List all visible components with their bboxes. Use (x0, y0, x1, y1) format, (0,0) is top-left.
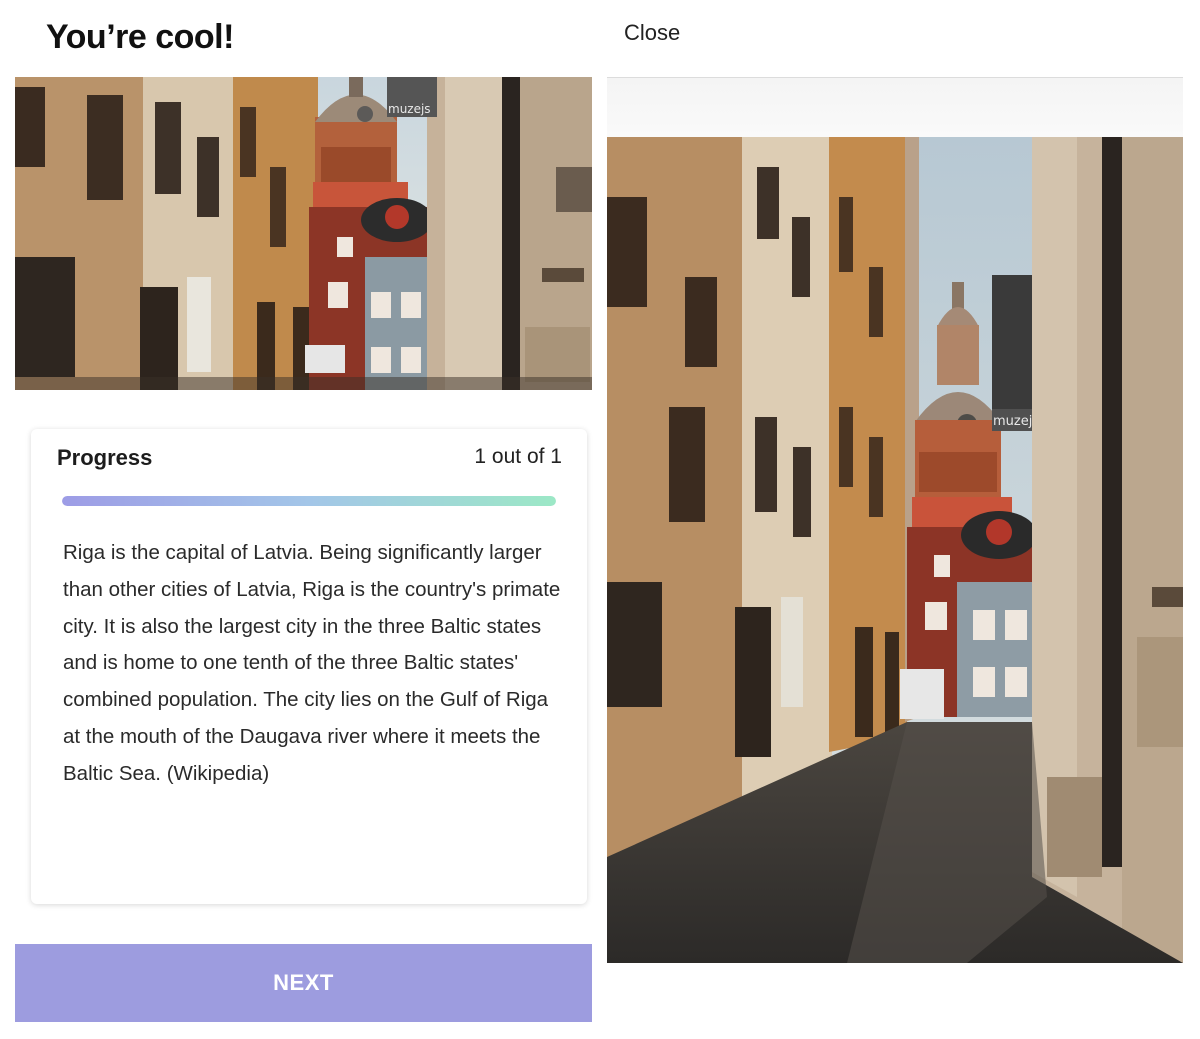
header-bar (607, 77, 1183, 138)
city-description: Riga is the capital of Latvia. Being sig… (63, 541, 561, 785)
muzejs-sign-text: muzejs (388, 102, 431, 116)
next-button[interactable]: NEXT (15, 944, 592, 1022)
quiz-result-screen: You’re cool! muzejs Progress 1 out of 1 … (0, 0, 600, 1039)
close-button[interactable]: Close (624, 20, 680, 46)
riga-street-photo-large: muzejs (607, 137, 1183, 963)
page-title: You’re cool! (46, 18, 234, 56)
progress-bar (62, 496, 556, 506)
riga-street-photo-carousel[interactable]: muzejs (15, 77, 592, 390)
riga-street-photo-full: muzejs (607, 137, 1183, 963)
progress-label: Progress (57, 445, 153, 470)
progress-card: Progress 1 out of 1 Riga is the capital … (31, 429, 587, 904)
progress-count: 1 out of 1 (474, 445, 562, 468)
progress-bar-fill (62, 496, 556, 506)
riga-street-photo: muzejs (15, 77, 592, 390)
